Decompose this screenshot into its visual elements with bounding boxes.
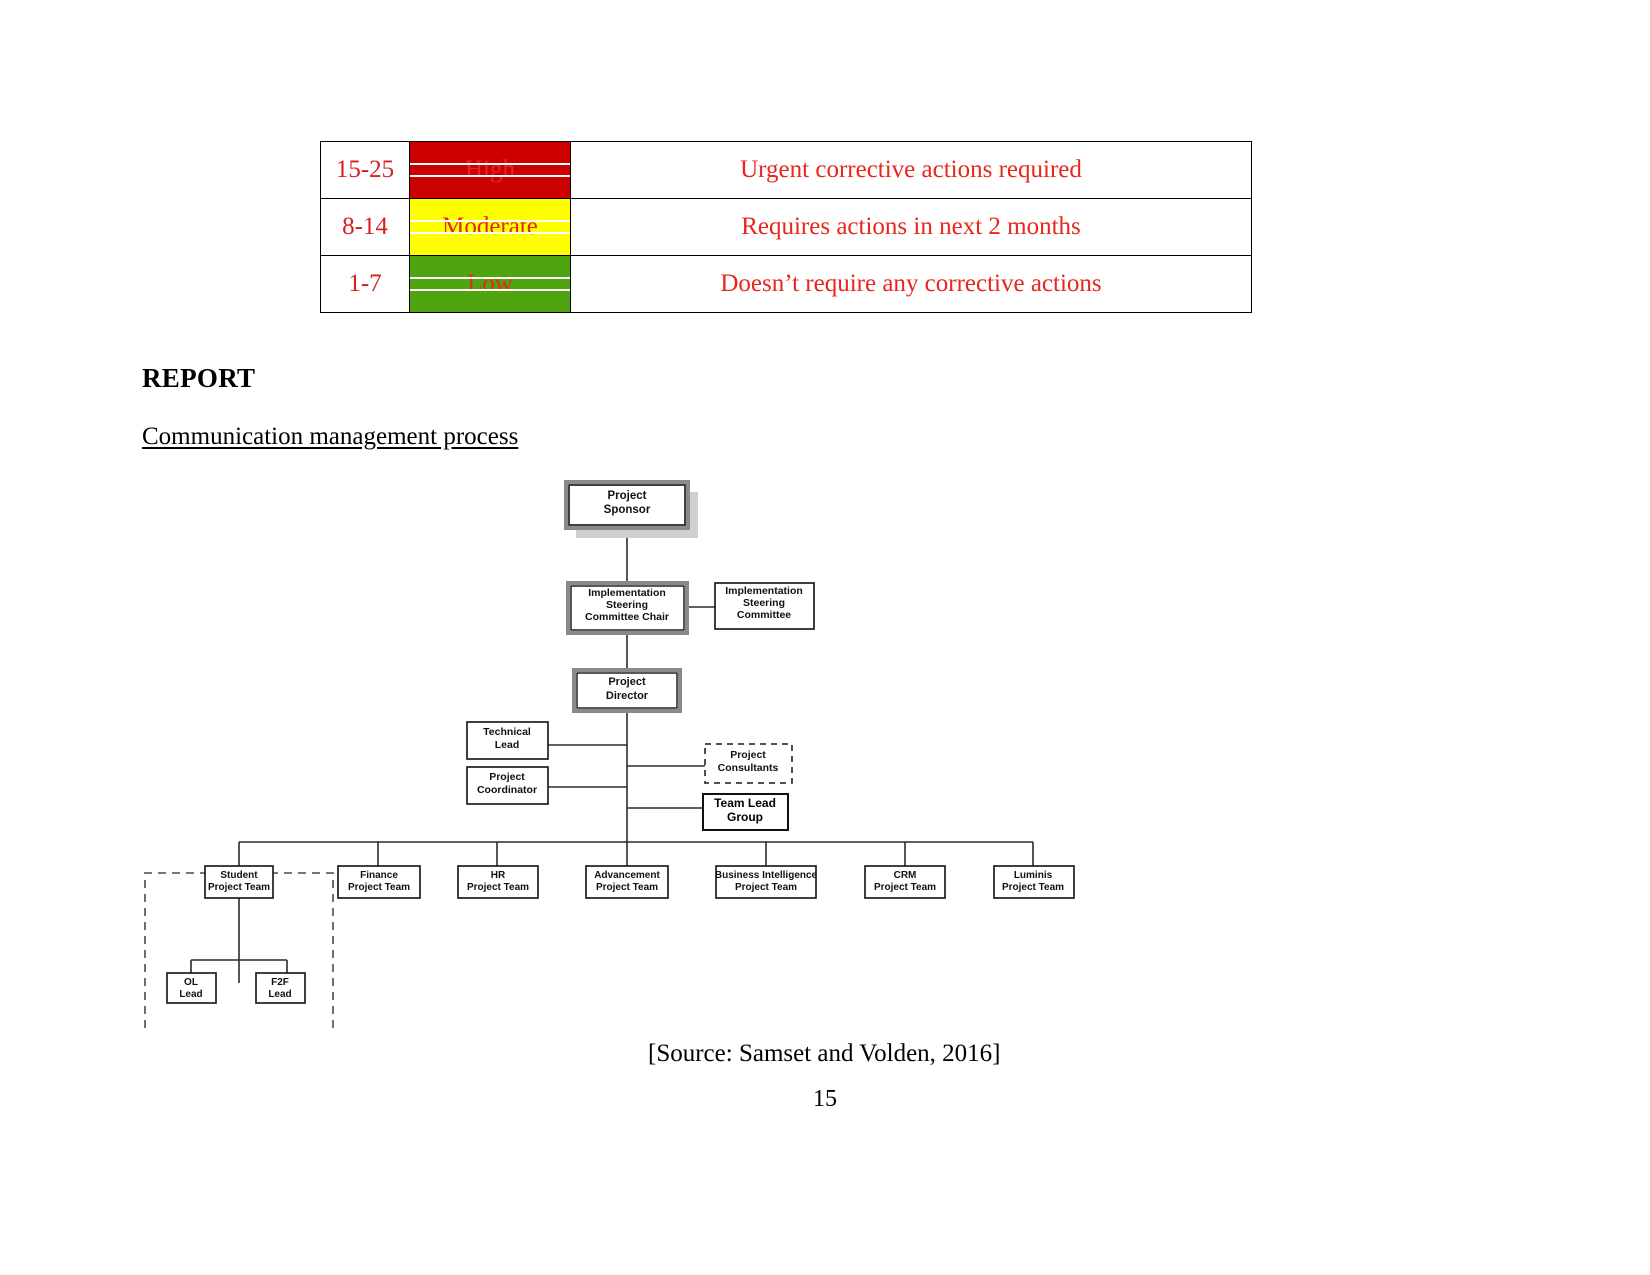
risk-description-cell: Doesn’t require any corrective actions xyxy=(570,255,1252,313)
node-hr-project-team: HR Project Team xyxy=(457,865,539,899)
team-label-line2: Project Team xyxy=(735,882,797,893)
team-label-line2: Project Team xyxy=(874,882,936,893)
risk-range-cell: 15-25 xyxy=(320,141,410,199)
page-title: REPORT xyxy=(142,363,256,393)
document-page: 15-25 High Urgent corrective actions req… xyxy=(0,0,1650,1275)
page-number: 15 xyxy=(813,1086,837,1112)
risk-level-table: 15-25 High Urgent corrective actions req… xyxy=(320,141,1252,313)
node-advancement-project-team: Advancement Project Team xyxy=(585,865,669,899)
risk-range-cell: 8-14 xyxy=(320,198,410,256)
risk-range-cell: 1-7 xyxy=(320,255,410,313)
node-steering-committee-line2: Steering xyxy=(743,597,785,609)
risk-level-cell-low: Low xyxy=(409,255,571,313)
node-crm-project-team: CRM Project Team xyxy=(864,865,946,899)
ol-lead-line2: Lead xyxy=(179,989,202,1000)
team-label-line1: Finance xyxy=(360,870,398,881)
node-team-lead-group-line1: Team Lead xyxy=(714,796,776,810)
team-label-line1: Advancement xyxy=(594,870,660,881)
node-project-director-line2: Director xyxy=(606,690,649,702)
node-finance-project-team: Finance Project Team xyxy=(337,865,421,899)
divider-line xyxy=(410,175,570,177)
team-label-line1: Luminis xyxy=(1014,870,1053,881)
team-label-line2: Project Team xyxy=(467,882,529,893)
node-project-coordinator-line1: Project xyxy=(489,771,525,783)
node-steering-chair-line1: Implementation xyxy=(588,587,666,599)
node-team-lead-group-line2: Group xyxy=(727,810,763,824)
risk-level-cell-moderate: Moderate xyxy=(409,198,571,256)
team-label-line1: HR xyxy=(491,870,506,881)
divider-line xyxy=(410,289,570,291)
node-steering-chair-line3: Committee Chair xyxy=(585,611,669,623)
team-label-line1: CRM xyxy=(894,870,917,881)
section-subtitle: Communication management process xyxy=(142,423,519,450)
team-label-line2: Project Team xyxy=(208,882,270,893)
node-business-intelligence-project-team: Business Intelligence Project Team xyxy=(715,865,818,899)
communication-org-chart: Project Sponsor Implementation Steering … xyxy=(0,470,1650,1050)
node-project-sponsor-line1: Project xyxy=(608,490,647,502)
team-label-line1: Student xyxy=(220,870,258,881)
node-project-consultants-line1: Project xyxy=(730,749,766,761)
divider-line xyxy=(410,220,570,222)
team-label-line2: Project Team xyxy=(1002,882,1064,893)
f2f-lead-line2: Lead xyxy=(268,989,291,1000)
divider-line xyxy=(410,277,570,279)
f2f-lead-line1: F2F xyxy=(271,977,289,988)
node-steering-chair-line2: Steering xyxy=(606,599,648,611)
risk-description-cell: Urgent corrective actions required xyxy=(570,141,1252,199)
divider-line xyxy=(410,232,570,234)
table-row: 15-25 High Urgent corrective actions req… xyxy=(320,141,1252,199)
risk-level-label: Low xyxy=(467,270,513,297)
node-project-director-line1: Project xyxy=(608,676,646,688)
source-citation: [Source: Samset and Volden, 2016] xyxy=(648,1040,1001,1067)
risk-level-label: High xyxy=(465,156,515,183)
node-f2f-lead: F2F Lead xyxy=(255,972,306,1004)
table-row: 8-14 Moderate Requires actions in next 2… xyxy=(320,198,1252,256)
risk-level-label: Moderate xyxy=(442,213,538,240)
team-label-line1: Business Intelligence xyxy=(715,870,818,881)
node-student-project-team: Student Project Team xyxy=(204,865,274,899)
node-technical-lead-line2: Lead xyxy=(495,739,520,751)
divider-line xyxy=(410,163,570,165)
node-steering-committee-line1: Implementation xyxy=(725,585,803,597)
node-project-sponsor-line2: Sponsor xyxy=(604,504,651,516)
node-technical-lead-line1: Technical xyxy=(483,726,531,738)
team-label-line2: Project Team xyxy=(596,882,658,893)
table-row: 1-7 Low Doesn’t require any corrective a… xyxy=(320,255,1252,313)
risk-description-cell: Requires actions in next 2 months xyxy=(570,198,1252,256)
node-project-consultants-line2: Consultants xyxy=(718,762,779,774)
risk-level-cell-high: High xyxy=(409,141,571,199)
node-steering-committee-line3: Committee xyxy=(737,609,791,621)
node-project-coordinator-line2: Coordinator xyxy=(477,784,537,796)
node-luminis-project-team: Luminis Project Team xyxy=(993,865,1075,899)
node-ol-lead: OL Lead xyxy=(166,972,217,1004)
team-label-line2: Project Team xyxy=(348,882,410,893)
ol-lead-line1: OL xyxy=(184,977,198,988)
